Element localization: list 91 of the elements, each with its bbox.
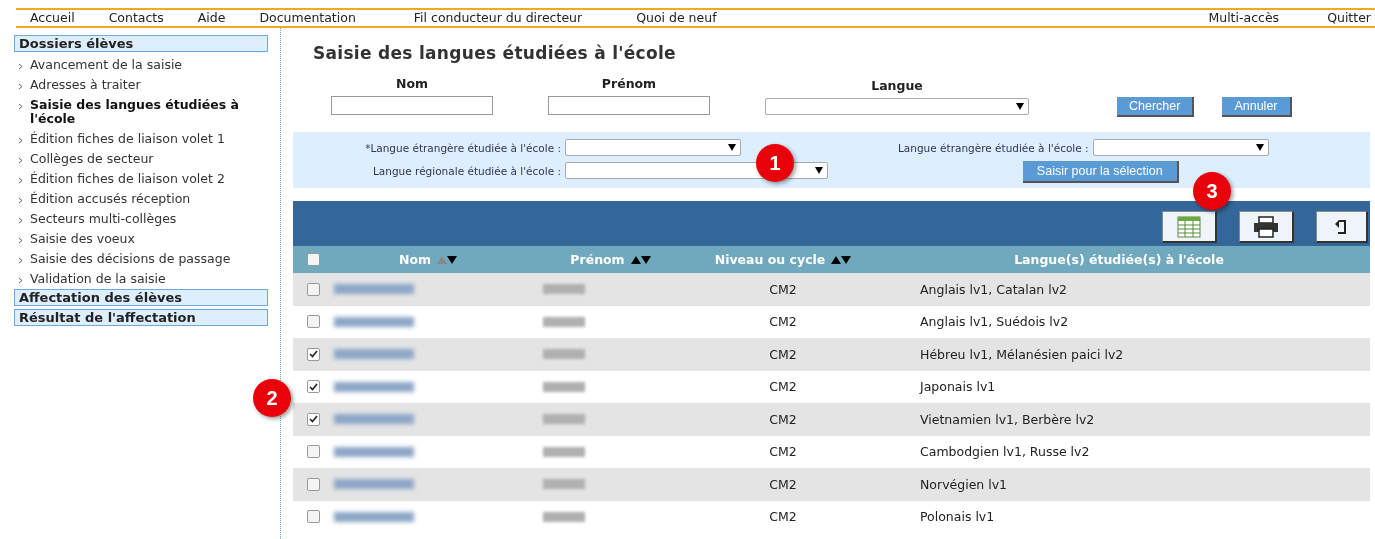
sort-icon[interactable] — [437, 255, 458, 264]
sidebar-item[interactable]: Avancement de la saisie — [30, 58, 183, 72]
redacted-first-name — [543, 381, 585, 392]
redacted-first-name — [543, 414, 585, 425]
field-label: Nom — [395, 76, 429, 91]
table-cell: Japonais lv1 — [920, 379, 996, 395]
redacted-first-name — [543, 284, 585, 295]
row-checkbox[interactable] — [306, 315, 320, 329]
table-cell: CM2 — [769, 314, 797, 330]
redacted-first-name — [543, 349, 585, 360]
chevron-icon — [18, 257, 23, 264]
chevron-icon — [18, 217, 23, 224]
table-cell: Vietnamien lv1, Berbère lv2 — [920, 411, 1095, 427]
sidebar-item[interactable]: Édition fiches de liaison volet 1 — [30, 132, 225, 146]
sidebar-item[interactable]: Secteurs multi-collèges — [30, 212, 177, 226]
table-cell: CM2 — [769, 379, 797, 395]
sidebar-item[interactable]: Saisie des décisions de passage — [30, 252, 231, 266]
select-all-checkbox[interactable] — [306, 253, 320, 266]
redacted-first-name — [543, 511, 585, 522]
text-input[interactable] — [331, 96, 493, 115]
table-cell: Polonais lv1 — [920, 509, 995, 525]
dropdown-arrow-icon — [1255, 144, 1264, 151]
dropdown-arrow-icon — [815, 167, 823, 174]
field-label: Langue étrangère étudiée à l'école : — [898, 141, 1089, 154]
row-checkbox[interactable] — [306, 380, 320, 394]
field-label: *Langue étrangère étudiée à l'école : — [365, 141, 561, 154]
back-button[interactable] — [1316, 211, 1368, 243]
redacted-first-name — [543, 316, 585, 327]
nav-link[interactable]: Multi-accès — [1208, 10, 1280, 26]
row-checkbox[interactable] — [306, 282, 320, 296]
chevron-icon — [18, 137, 23, 144]
dropdown-field[interactable] — [565, 139, 741, 156]
dropdown-field[interactable] — [1092, 139, 1269, 156]
chevron-icon — [18, 103, 23, 110]
sidebar-item[interactable]: Validation de la saisie — [30, 272, 166, 286]
chevron-icon — [18, 177, 23, 184]
table-cell: Anglais lv1, Catalan lv2 — [920, 281, 1068, 297]
sort-icon[interactable] — [630, 255, 651, 264]
sidebar-section-header[interactable]: Dossiers élèves — [14, 35, 268, 52]
sidebar-item[interactable]: Édition fiches de liaison volet 2 — [30, 172, 225, 186]
nav-link[interactable]: Quitter — [1327, 10, 1371, 26]
chevron-icon — [18, 83, 23, 90]
sidebar-section-header[interactable]: Résultat de l'affectation — [14, 309, 268, 326]
row-checkbox[interactable] — [306, 477, 320, 491]
redacted-first-name — [543, 446, 585, 457]
table-cell: Norvégien lv1 — [920, 476, 1008, 492]
dropdown-field[interactable] — [765, 98, 1029, 115]
chevron-icon — [18, 63, 23, 70]
table-cell: CM2 — [769, 281, 797, 297]
nav-link[interactable]: Aide — [197, 10, 226, 26]
table-cell: CM2 — [769, 476, 797, 492]
field-label: Langue régionale étudiée à l'école : — [373, 164, 561, 177]
chevron-icon — [18, 237, 23, 244]
sidebar-item[interactable]: Adresses à traiter — [30, 78, 141, 92]
dropdown-arrow-icon — [728, 144, 736, 151]
field-label: Prénom — [601, 76, 657, 91]
field-label: Langue — [871, 78, 923, 93]
table-cell: CM2 — [769, 411, 797, 427]
chevron-icon — [18, 197, 23, 204]
table-cell: CM2 — [769, 509, 797, 525]
nav-link[interactable]: Documentation — [259, 10, 356, 26]
nav-link[interactable]: Fil conducteur du directeur — [413, 10, 583, 26]
sidebar-item[interactable]: Saisie des langues étudiées à l'école — [30, 98, 268, 126]
page-title: Saisie des langues étudiées à l'école — [313, 43, 677, 63]
nav-link[interactable]: Accueil — [30, 10, 75, 26]
row-checkbox[interactable] — [306, 347, 320, 361]
dropdown-arrow-icon — [1016, 103, 1024, 110]
sort-icon[interactable] — [831, 255, 852, 264]
table-cell: CM2 — [769, 444, 797, 460]
sidebar-item[interactable]: Saisie des voeux — [30, 232, 135, 246]
sidebar-section-header[interactable]: Affectation des élèves — [14, 289, 268, 306]
row-checkbox[interactable] — [306, 510, 320, 524]
sidebar-item[interactable]: Édition accusés réception — [30, 192, 191, 206]
callout-badge: 2 — [253, 379, 291, 417]
chevron-icon — [18, 157, 23, 164]
table-grid-icon — [1177, 215, 1201, 238]
redacted-first-name — [543, 479, 585, 490]
nav-link[interactable]: Contacts — [108, 10, 164, 26]
nav-link[interactable]: Quoi de neuf — [636, 10, 717, 26]
table-cell: Anglais lv1, Suédois lv2 — [920, 314, 1069, 330]
text-input[interactable] — [548, 96, 710, 115]
table-cell: Cambodgien lv1, Russe lv2 — [920, 444, 1090, 460]
printer-icon — [1253, 215, 1279, 238]
table-cell: CM2 — [769, 346, 797, 362]
print-button[interactable] — [1239, 211, 1294, 243]
row-checkbox[interactable] — [306, 412, 320, 426]
chevron-icon — [18, 277, 23, 284]
sidebar-item[interactable]: Collèges de secteur — [30, 152, 154, 166]
row-checkbox[interactable] — [306, 445, 320, 459]
spreadsheet-button[interactable] — [1162, 211, 1217, 243]
table-cell: Hébreu lv1, Mélanésien paici lv2 — [920, 346, 1124, 362]
